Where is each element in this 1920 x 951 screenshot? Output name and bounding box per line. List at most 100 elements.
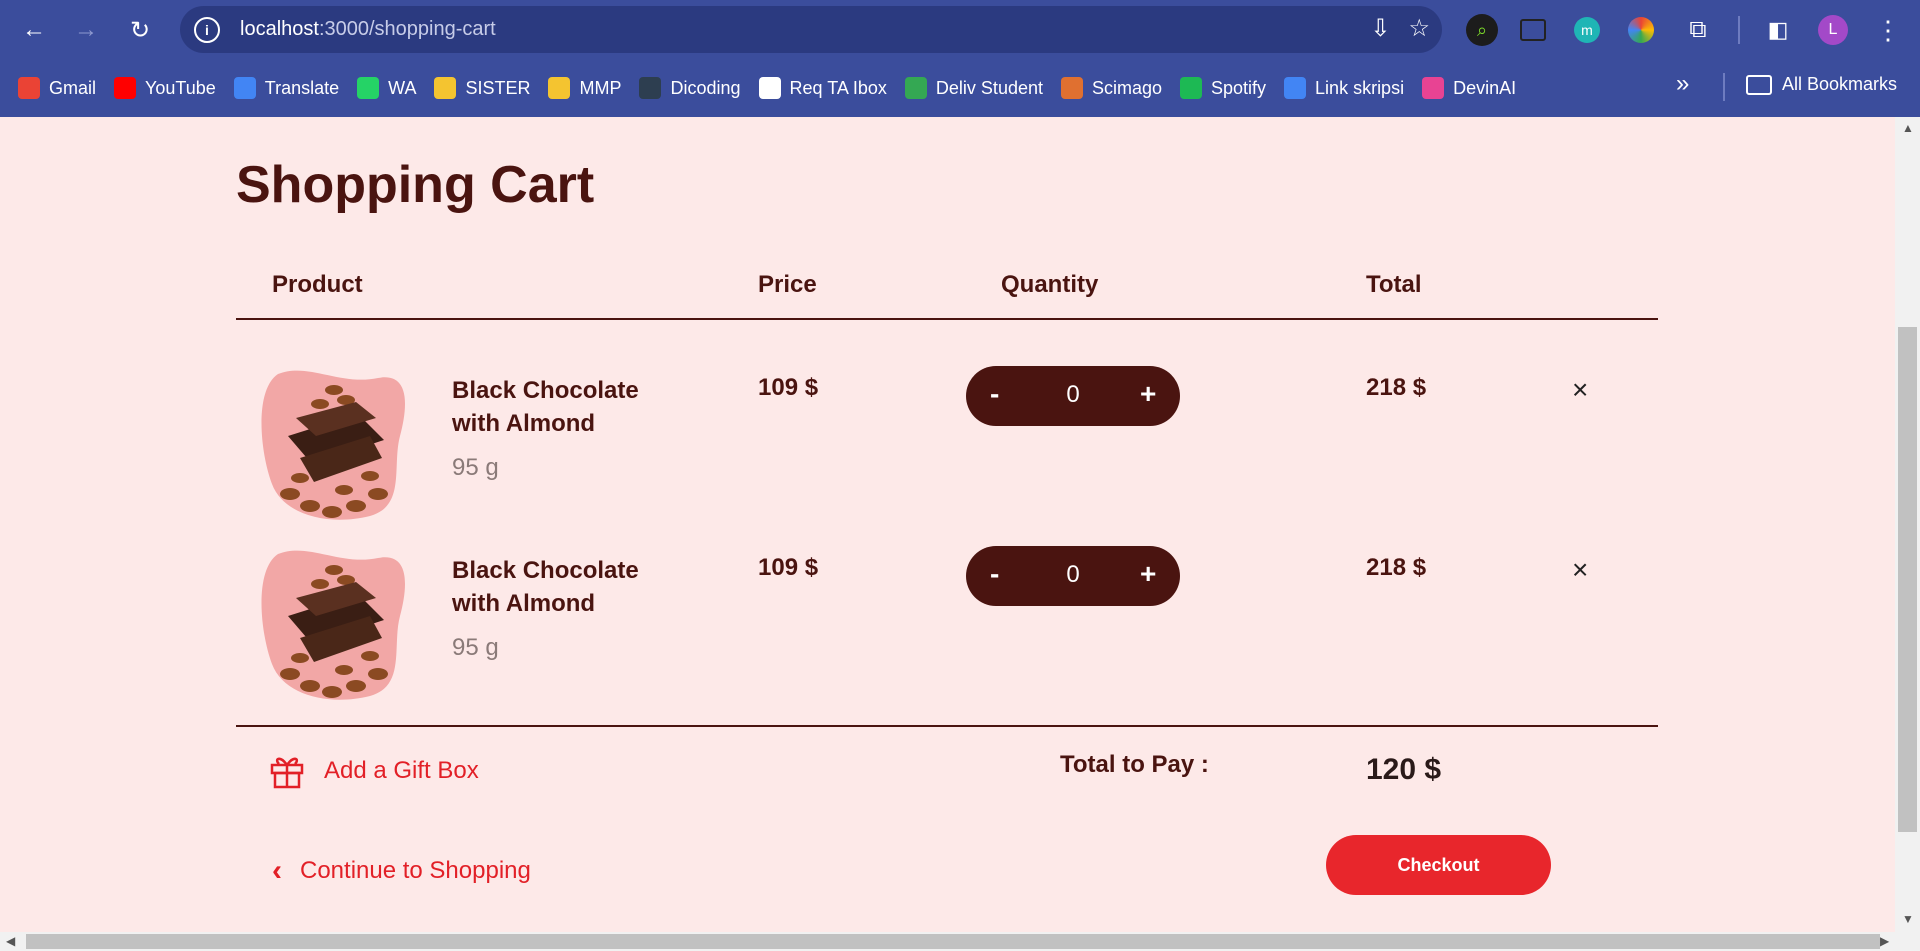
header-price: Price [758,271,817,298]
product-name: Black Chocolate with Almond [452,377,639,437]
product-price: 109 $ [758,374,819,401]
reload-icon[interactable]: ↻ [122,12,158,48]
scroll-right-icon[interactable]: ▶ [1880,934,1889,948]
bookmark-label: Link skripsi [1315,77,1405,98]
add-gift-box-link[interactable]: Add a Gift Box [270,753,479,789]
forward-arrow-icon[interactable]: → [68,12,104,48]
scimago-icon [1060,77,1083,99]
bookmark-item[interactable]: Req TA Ibox [758,77,887,99]
devinai-icon [1422,77,1445,99]
bookmark-item[interactable]: Gmail [18,77,96,99]
footer-divider [236,725,1658,727]
bookmark-item[interactable]: Translate [233,77,340,99]
gmail-icon [18,77,40,99]
toolbar-divider [1738,16,1740,44]
scroll-down-icon[interactable]: ▼ [1902,912,1914,926]
install-app-icon[interactable]: ⇩ [1370,14,1390,43]
product-weight: 95 g [452,634,499,661]
bookmark-label: Spotify [1211,77,1267,98]
bookmark-label: Scimago [1091,77,1163,98]
header-product: Product [272,271,363,298]
bookmark-label: YouTube [145,77,216,98]
page-title: Shopping Cart [236,156,595,214]
folder-icon [1746,74,1772,95]
scroll-up-icon[interactable]: ▲ [1902,121,1914,135]
bookmark-item[interactable]: SISTER [434,77,530,99]
all-bookmarks-label: All Bookmarks [1782,74,1898,94]
quantity-stepper: - 0 + [966,546,1180,606]
whatsapp-icon [357,77,380,99]
product-name: Black Chocolate with Almond [452,557,639,617]
profile-avatar[interactable]: L [1818,15,1848,45]
extension-search-icon[interactable]: ⌕ [1466,14,1498,46]
bookmark-item[interactable]: DevinAI [1422,77,1516,99]
site-info-icon[interactable]: i [194,16,220,43]
dicoding-icon [639,77,662,99]
extension-color-icon[interactable] [1628,17,1654,43]
bookmark-item[interactable]: Scimago [1060,77,1163,99]
url-text[interactable]: localhost:3000/shopping-cart [240,18,496,41]
continue-shopping-link[interactable]: ‹ Continue to Shopping [272,854,531,888]
sister-icon [434,77,457,99]
bookmark-label: Req TA Ibox [789,77,887,98]
bookmark-label: Gmail [49,77,97,98]
bookmark-item[interactable]: Link skripsi [1284,77,1404,99]
bookmark-label: DevinAI [1453,77,1517,98]
bookmark-item[interactable]: MMP [548,77,621,99]
checkout-button[interactable]: Checkout [1326,835,1551,895]
vertical-scroll-thumb[interactable] [1898,327,1917,832]
bookmark-item[interactable]: YouTube [114,77,216,99]
address-bar[interactable]: i localhost:3000/shopping-cart ⇩ ☆ [180,6,1442,53]
header-quantity: Quantity [1001,271,1099,298]
increase-button[interactable]: + [1140,378,1156,410]
cart-row: Black Chocolate with Almond 95 g 109 $ -… [236,546,1658,726]
sheets-icon [904,77,927,99]
back-arrow-icon[interactable]: ← [16,12,52,48]
bookmark-item[interactable]: Spotify [1180,77,1266,99]
quantity-stepper: - 0 + [966,366,1180,426]
extension-m-icon[interactable]: m [1574,17,1600,43]
browser-chrome: ← → ↻ i localhost:3000/shopping-cart ⇩ ☆… [0,0,1920,117]
bookmark-label: SISTER [465,77,531,98]
horizontal-scrollbar[interactable]: ◀ ▶ [0,932,1920,951]
docs-icon [1284,77,1307,99]
bookmark-label: Deliv Student [935,77,1043,98]
total-to-pay-value: 120 $ [1366,753,1442,786]
extension-window-icon[interactable] [1520,19,1546,41]
bookmarks-bar: Gmail YouTube Translate WA SISTER MMP Dicoding… [0,59,1920,117]
more-bookmarks-icon[interactable]: » [1676,70,1689,98]
vertical-scrollbar[interactable]: ▲ ▼ [1895,117,1920,932]
horizontal-scroll-thumb[interactable] [26,934,1880,949]
continue-shopping-label: Continue to Shopping [300,857,531,884]
row-total: 218 $ [1366,374,1427,401]
product-image [261,550,406,700]
product-weight: 95 g [452,454,499,481]
header-total: Total [1366,271,1422,298]
bookmark-label: Dicoding [670,77,741,98]
product-image [261,370,406,520]
bookmark-item[interactable]: WA [357,77,416,99]
bookmark-label: WA [388,77,417,98]
row-total: 218 $ [1366,554,1427,581]
google-icon [758,77,781,99]
remove-item-icon[interactable]: × [1572,374,1588,406]
page-content: Shopping Cart Product Price Quantity Tot… [0,117,1895,932]
cart-row: Black Chocolate with Almond 95 g 109 $ -… [236,366,1658,546]
spotify-icon [1180,77,1203,99]
chevron-left-icon: ‹ [272,854,282,887]
gift-icon [270,757,304,789]
all-bookmarks-button[interactable]: All Bookmarks [1746,74,1897,95]
bookmark-item[interactable]: Deliv Student [904,77,1043,99]
bookmark-label: MMP [579,77,622,98]
increase-button[interactable]: + [1140,558,1156,590]
mmp-icon [548,77,571,99]
scroll-left-icon[interactable]: ◀ [6,934,15,948]
bookmark-label: Translate [264,77,340,98]
bookmark-star-icon[interactable]: ☆ [1408,14,1430,43]
browser-menu-icon[interactable]: ⋮ [1872,14,1904,46]
browser-toolbar: ← → ↻ i localhost:3000/shopping-cart ⇩ ☆… [0,0,1920,59]
remove-item-icon[interactable]: × [1572,554,1588,586]
bookmark-item[interactable]: Dicoding [639,77,741,99]
extensions-puzzle-icon[interactable]: ⧉ [1682,14,1714,46]
side-panel-icon[interactable]: ◧ [1762,14,1794,46]
